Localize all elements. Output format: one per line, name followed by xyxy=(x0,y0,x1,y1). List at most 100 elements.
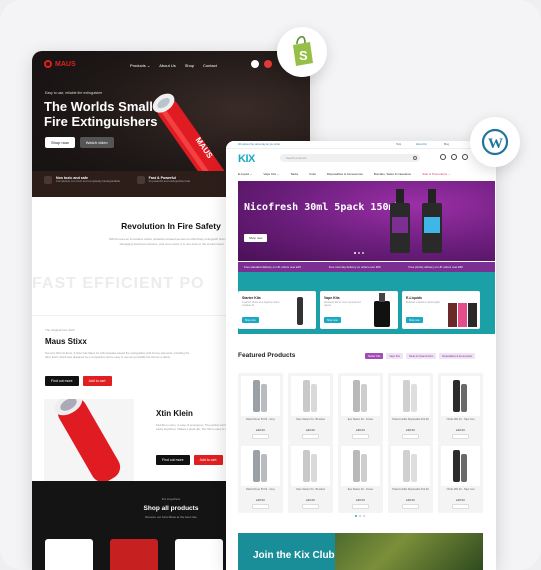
category-card[interactable]: Vape Kits Advanced kits for more experie… xyxy=(320,291,398,329)
add-to-basket-button[interactable] xyxy=(452,504,469,509)
product-price: £30.00 xyxy=(356,428,365,432)
product-name: Tobacco Elite Disposable Pod Kit xyxy=(392,418,429,421)
find-out-more-button[interactable]: Find out more xyxy=(156,455,190,465)
tab-disposables[interactable]: Disposables & Accessories xyxy=(439,353,476,359)
user-icon[interactable] xyxy=(251,60,259,68)
product-thumb[interactable] xyxy=(45,539,93,570)
hero-subtitle: Easy to use, reliable fire extinguisher xyxy=(45,91,103,95)
club-title: Join the Kix Club xyxy=(253,550,335,561)
product-image xyxy=(241,446,280,486)
product-card[interactable]: YACE 28S Kit - Tape Gun £25.00 xyxy=(438,443,483,513)
product-card[interactable]: Evo Starter Kit - Fraser £30.00 xyxy=(338,373,383,443)
category-card[interactable]: Starter Kits A perfect choice as a begin… xyxy=(238,291,316,329)
maus-logo[interactable]: MAUS xyxy=(44,60,76,68)
product-card[interactable]: Rokid Flexer 50 Kit - Grey £25.00 xyxy=(238,443,283,513)
menu-vape-kits[interactable]: Vape Kits ⌄ xyxy=(263,172,279,176)
stixx-title: Maus Stixx xyxy=(45,337,87,346)
shop-now-button[interactable]: Shop now xyxy=(242,317,259,323)
menu-disposables[interactable]: Disposables & Accessories xyxy=(327,172,363,176)
menu-sale[interactable]: Sale & Promotions ⌄ xyxy=(422,172,450,176)
delivery-strip: Free standard delivery on UK orders over… xyxy=(238,262,495,272)
product-name: Rokid Flexer 50 Kit - Grey xyxy=(246,488,275,491)
maus-nav-links: Products ⌄ About Us Shop Contact xyxy=(130,63,217,68)
nav-products[interactable]: Products ⌄ xyxy=(130,63,150,68)
add-to-basket-button[interactable] xyxy=(352,434,369,439)
add-to-basket-button[interactable] xyxy=(352,504,369,509)
category-card[interactable]: E-Liquids Delicious e-liquids in all str… xyxy=(402,291,480,329)
product-card[interactable]: Rokid Flexer 50 Kit - Grey £20.00 xyxy=(238,373,283,443)
account-icon[interactable] xyxy=(440,154,446,160)
product-name: Vaze Starter Kit - Brushed xyxy=(296,488,325,491)
shop-now-button[interactable]: Shop now xyxy=(244,234,268,242)
product-name: YACE 28S Kit - Tape Gun xyxy=(446,418,475,421)
lightning-icon xyxy=(136,176,145,184)
add-to-basket-button[interactable] xyxy=(302,434,319,439)
product-card[interactable]: Tobacco Elite Disposable Pod Kit £30.00 xyxy=(388,443,433,513)
shop-now-button[interactable]: Shop now xyxy=(406,317,423,323)
stixx-eyebrow: The Original Fire Stick xyxy=(45,328,75,332)
find-out-more-button[interactable]: Find out more xyxy=(45,376,79,386)
kix-user-icons xyxy=(440,154,468,160)
wishlist-icon[interactable] xyxy=(451,154,457,160)
product-name: Evo Starter Kit - Fraser xyxy=(347,418,374,421)
product-price: £20.00 xyxy=(306,428,315,432)
svg-text:W: W xyxy=(488,136,503,152)
watch-video-button[interactable]: Watch video xyxy=(79,137,114,148)
tab-starter-kits[interactable]: Starter Kits xyxy=(365,353,384,359)
product-image xyxy=(291,376,330,416)
kix-logo[interactable]: KIX xyxy=(238,153,255,165)
category-section: Starter Kits A perfect choice as a begin… xyxy=(238,272,495,334)
carousel-dots[interactable] xyxy=(354,252,364,254)
product-price: £25.00 xyxy=(456,498,465,502)
product-price: £30.00 xyxy=(406,498,415,502)
featured-products-title: Featured Products xyxy=(238,352,296,359)
xtin-title: Xtin Klein xyxy=(156,409,193,418)
product-carousel-dots[interactable] xyxy=(355,515,365,517)
add-to-basket-button[interactable] xyxy=(402,504,419,509)
product-name: Evo Starter Kit - Fraser xyxy=(347,488,374,491)
nav-shop[interactable]: Shop xyxy=(185,63,194,68)
wordpress-icon: W xyxy=(481,128,509,156)
add-to-basket-button[interactable] xyxy=(252,434,269,439)
menu-bundles[interactable]: Bundles, Sales & Clearance xyxy=(374,172,411,176)
maus-logo-mark-icon xyxy=(44,60,52,68)
fire-extinguisher-image xyxy=(54,393,121,483)
nav-about[interactable]: About Us xyxy=(159,63,175,68)
add-to-basket-button[interactable] xyxy=(302,504,319,509)
product-name: Rokid Flexer 50 Kit - Grey xyxy=(246,418,275,421)
product-card[interactable]: Vaze Starter Kit - Brushed £20.00 xyxy=(288,443,333,513)
tab-vape-kits[interactable]: Vape Kits xyxy=(386,353,403,359)
hero-title: Nicofresh 30ml 5pack 150ml xyxy=(244,202,401,213)
product-image xyxy=(341,446,380,486)
add-to-basket-button[interactable] xyxy=(402,434,419,439)
cart-icon[interactable] xyxy=(264,60,272,68)
nav-contact[interactable]: Contact xyxy=(203,63,217,68)
menu-tanks[interactable]: Tanks xyxy=(290,172,298,176)
product-image xyxy=(441,376,480,416)
add-to-cart-button[interactable]: Add to cart xyxy=(82,376,112,386)
add-to-cart-button[interactable]: Add to cart xyxy=(193,455,223,465)
kix-topbar: We deliver the same day as you order Hel… xyxy=(226,141,496,149)
menu-eliquid[interactable]: E-Liquid ⌄ xyxy=(238,172,252,176)
add-to-basket-button[interactable] xyxy=(252,504,269,509)
feature-item: Non toxic and safe Completely non toxic a… xyxy=(32,171,125,197)
search-input[interactable]: Search products xyxy=(280,154,420,162)
product-card[interactable]: Tobacco Elite Disposable Pod Kit £30.00 xyxy=(388,373,433,443)
product-card[interactable]: Vaze Starter Kit - Brushed £20.00 xyxy=(288,373,333,443)
product-image xyxy=(441,446,480,486)
kix-club-banner: Join the Kix Club xyxy=(238,533,483,570)
product-price: £30.00 xyxy=(356,498,365,502)
cart-icon[interactable] xyxy=(462,154,468,160)
search-icon xyxy=(413,155,417,160)
product-thumb[interactable] xyxy=(175,539,223,570)
shop-now-button[interactable]: Shop now xyxy=(324,317,341,323)
product-card[interactable]: YACE 28S Kit - Tape Gun £20.00 xyxy=(438,373,483,443)
shop-now-button[interactable]: Shop now xyxy=(45,137,75,148)
product-thumb[interactable] xyxy=(110,539,158,570)
add-to-basket-button[interactable] xyxy=(452,434,469,439)
menu-coils[interactable]: Coils xyxy=(309,172,316,176)
product-card[interactable]: Evo Starter Kit - Fraser £30.00 xyxy=(338,443,383,513)
tab-tanks[interactable]: Tanks & Clearomizers xyxy=(405,353,437,359)
xtin-buttons: Find out more Add to cart xyxy=(156,455,223,465)
feature-item: Fast & Powerful Its powerful and extingui… xyxy=(125,171,218,197)
